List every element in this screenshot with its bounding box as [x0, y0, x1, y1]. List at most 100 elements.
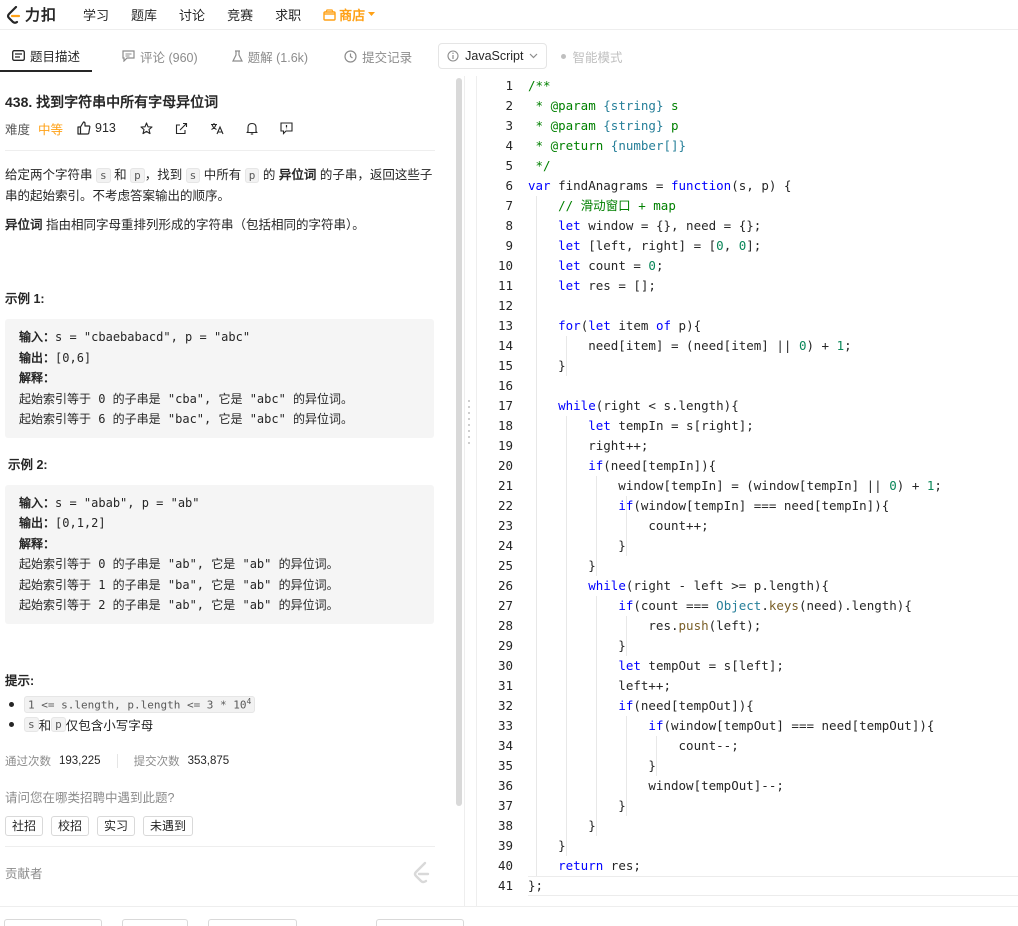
- example-box: 输入：s = "cbaebabacd", p = "abc" 输出：[0,6] …: [5, 319, 434, 438]
- code-line[interactable]: 30 let tempOut = s[left];: [477, 656, 784, 676]
- code-line[interactable]: 29 }: [477, 636, 626, 656]
- nav-item-store[interactable]: 商店: [323, 5, 376, 24]
- contributors-section[interactable]: 贡献者: [5, 845, 435, 885]
- code-line[interactable]: 21 window[tempIn] = (window[tempIn] || 0…: [477, 476, 942, 496]
- line-number: 30: [497, 658, 513, 673]
- submissions-count: 353,875: [187, 754, 230, 767]
- difficulty-label: 难度: [5, 122, 31, 137]
- code-line[interactable]: 12: [477, 296, 528, 316]
- code-line[interactable]: 11 let res = [];: [477, 276, 656, 296]
- like-button[interactable]: 913: [77, 121, 116, 135]
- indent-guide: [565, 336, 567, 376]
- description-scrollbar[interactable]: [456, 78, 462, 806]
- code-text: if(window[tempOut] === need[tempOut]){: [648, 718, 935, 733]
- line-number: 18: [497, 418, 513, 433]
- code-line[interactable]: 36 window[tempOut]--;: [477, 776, 784, 796]
- nav-item-problems[interactable]: 题库: [131, 5, 157, 24]
- toolbar-button[interactable]: [4, 919, 102, 926]
- code-text: }: [528, 358, 566, 373]
- line-number: 2: [505, 98, 513, 113]
- toolbar-button[interactable]: [122, 919, 188, 926]
- line-number: 7: [505, 198, 513, 213]
- code-line[interactable]: 28 res.push(left);: [477, 616, 761, 636]
- code-text: let res = [];: [558, 278, 656, 293]
- code-line[interactable]: 41};: [477, 876, 543, 896]
- line-number: 27: [497, 598, 513, 613]
- code-text: count++;: [528, 518, 709, 533]
- language-select[interactable]: JavaScript: [438, 43, 548, 69]
- code-line[interactable]: 17 while(right < s.length){: [477, 396, 739, 416]
- code-line[interactable]: 19 right++;: [477, 436, 648, 456]
- favorite-button[interactable]: [140, 121, 153, 135]
- code-line[interactable]: 4 * @return {number[]}: [477, 136, 686, 156]
- toolbar-button[interactable]: [376, 919, 464, 926]
- code-text: */: [528, 158, 551, 173]
- nav-item-discuss[interactable]: 讨论: [179, 5, 205, 24]
- current-line-highlight: [528, 876, 1018, 896]
- info-icon: [447, 50, 459, 62]
- code-line[interactable]: 3 * @param {string} p: [477, 116, 678, 136]
- line-number: 19: [497, 438, 513, 453]
- code-line[interactable]: 6 var findAnagrams = function(s, p) {: [477, 176, 791, 196]
- share-icon: [175, 122, 187, 134]
- code-line[interactable]: 9 let [left, right] = [0, 0];: [477, 236, 761, 256]
- leetcode-logo-icon: [6, 5, 21, 24]
- code-line[interactable]: 34 count--;: [477, 736, 739, 756]
- code-line[interactable]: 22 if(window[tempIn] === need[tempIn]){: [477, 496, 889, 516]
- code-line[interactable]: 27 if(count === Object.keys(need).length…: [477, 596, 912, 616]
- code-line[interactable]: 39 }: [477, 836, 566, 856]
- code-line[interactable]: 18 let tempIn = s[right];: [477, 416, 754, 436]
- code-line[interactable]: 14 need[item] = (need[item] || 0) + 1;: [477, 336, 852, 356]
- code-line[interactable]: 2 * @param {string} s: [477, 96, 678, 116]
- line-number: 1: [505, 78, 513, 93]
- chip-campus-recruit[interactable]: 校招: [51, 815, 90, 836]
- bell-icon: [246, 122, 258, 135]
- share-button[interactable]: [175, 122, 188, 135]
- code-line[interactable]: 16: [477, 376, 528, 396]
- code-line[interactable]: 8 let window = {}, need = {};: [477, 216, 761, 236]
- code-line[interactable]: 23 count++;: [477, 516, 709, 536]
- tab-comments[interactable]: 评论 (960): [110, 40, 210, 72]
- code-line[interactable]: 26 while(right - left >= p.length){: [477, 576, 829, 596]
- code-line[interactable]: 7 // 滑动窗口 + map: [477, 196, 676, 216]
- nav-item-contest[interactable]: 竞赛: [227, 5, 253, 24]
- code-line[interactable]: 13 for(let item of p){: [477, 316, 701, 336]
- code-line[interactable]: 24 }: [477, 536, 626, 556]
- line-number: 13: [497, 318, 513, 333]
- code-text: // 滑动窗口 + map: [558, 198, 676, 213]
- indent-guide: [565, 416, 567, 856]
- code-line[interactable]: 15 }: [477, 356, 566, 376]
- code-line[interactable]: 5 */: [477, 156, 551, 176]
- tab-description[interactable]: 题目描述: [0, 40, 93, 72]
- code-line[interactable]: 1 /**: [477, 76, 550, 96]
- panel-resize-handle[interactable]: [468, 400, 471, 444]
- code-line[interactable]: 37 }: [477, 796, 626, 816]
- nav-item-jobs[interactable]: 求职: [275, 5, 301, 24]
- chip-not-encountered[interactable]: 未遇到: [143, 815, 194, 836]
- inline-code: p: [130, 168, 145, 183]
- toolbar-button[interactable]: [208, 919, 297, 926]
- chip-social-recruit[interactable]: 社招: [5, 815, 44, 836]
- notify-button[interactable]: [246, 122, 258, 135]
- code-line[interactable]: 31 left++;: [477, 676, 671, 696]
- translate-button[interactable]: [210, 122, 224, 135]
- smart-mode-toggle[interactable]: 智能模式: [561, 47, 623, 66]
- code-line[interactable]: 40 return res;: [477, 856, 641, 876]
- nav-item-learn[interactable]: 学习: [83, 5, 109, 24]
- line-number: 29: [497, 638, 513, 653]
- code-line[interactable]: 20 if(need[tempIn]){: [477, 456, 716, 476]
- tab-label: 题解 (1.6k): [247, 50, 309, 65]
- tab-submissions[interactable]: 提交记录: [332, 40, 424, 72]
- code-text: count--;: [528, 738, 739, 753]
- code-line[interactable]: 32 if(need[tempOut]){: [477, 696, 754, 716]
- tab-solutions[interactable]: 题解 (1.6k): [220, 40, 320, 72]
- example-title: 示例 1:: [5, 292, 45, 306]
- logo[interactable]: 力扣: [6, 4, 57, 25]
- chip-internship[interactable]: 实习: [97, 815, 136, 836]
- problem-title: 438. 找到字符串中所有字母异位词: [5, 94, 219, 110]
- feedback-button[interactable]: [280, 121, 293, 135]
- code-line[interactable]: 10 let count = 0;: [477, 256, 664, 276]
- code-line[interactable]: 33 if(window[tempOut] === need[tempOut])…: [477, 716, 934, 736]
- code-editor[interactable]: 1/** 2 * @param {string} s3 * @param {str…: [477, 76, 1018, 906]
- line-number: 32: [497, 698, 513, 713]
